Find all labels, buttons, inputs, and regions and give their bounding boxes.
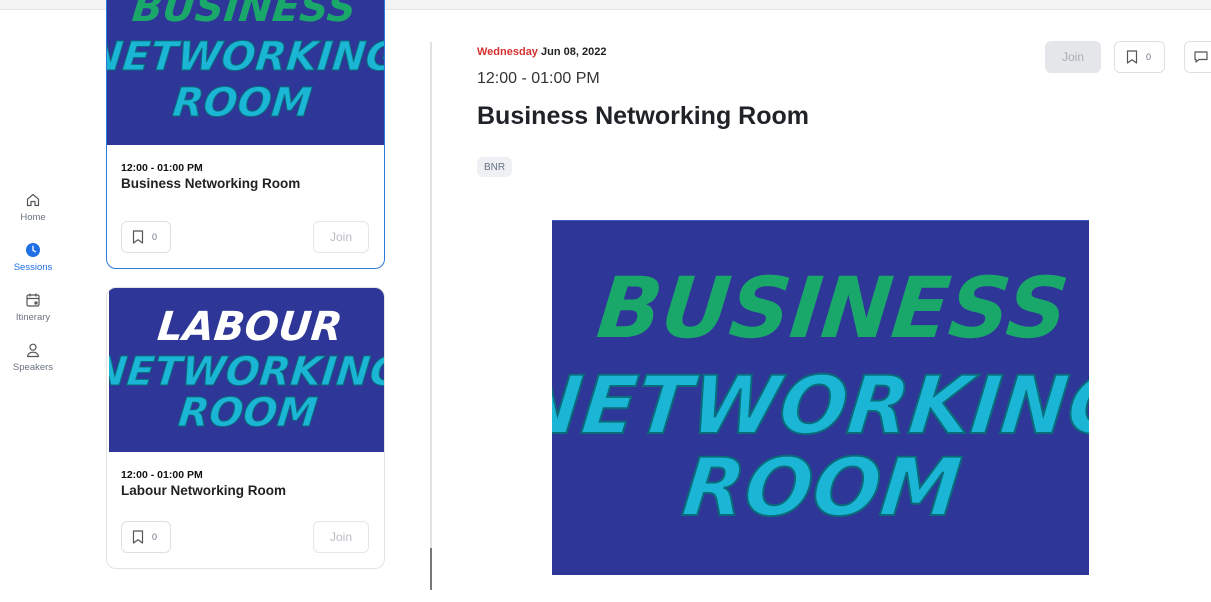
home-icon [23, 190, 43, 210]
session-hero-image: BUSINESS NETWORKING ROOM [552, 221, 1089, 575]
hero-text-line-3: ROOM [678, 441, 965, 534]
nav-label-home: Home [20, 212, 46, 223]
chat-button[interactable] [1184, 41, 1211, 73]
session-time-range: 12:00 - 01:00 PM [477, 70, 600, 87]
session-time: 12:00 - 01:00 PM [121, 162, 203, 174]
join-button[interactable]: Join [1045, 41, 1101, 73]
day-of-week: Wednesday [477, 46, 538, 58]
list-scrollbar-thumb[interactable] [430, 548, 432, 590]
join-button[interactable]: Join [313, 221, 369, 253]
bookmark-count: 0 [1146, 52, 1152, 62]
list-scroll-track[interactable] [430, 42, 432, 590]
image-text-line-3: ROOM [176, 390, 320, 436]
session-time: 12:00 - 01:00 PM [121, 469, 203, 481]
bookmark-button[interactable]: 0 [1114, 41, 1165, 73]
nav-label-sessions: Sessions [13, 262, 53, 273]
nav-item-sessions[interactable]: Sessions [0, 236, 66, 286]
session-image: BUSINESS NETWORKING ROOM [107, 0, 384, 145]
session-title: Labour Networking Room [121, 483, 286, 498]
page-title: Business Networking Room [477, 102, 809, 130]
bookmark-icon [132, 230, 144, 244]
session-tag: BNR [477, 157, 513, 177]
image-text-line-3: ROOM [170, 80, 314, 126]
image-text-line-1: LABOUR [155, 304, 344, 350]
side-nav: Home Sessions Itinerary Speakers [0, 186, 66, 386]
session-list: BUSINESS NETWORKING ROOM 12:00 - 01:00 P… [106, 0, 386, 602]
user-icon [23, 340, 43, 360]
image-text-line-2: NETWORKING [107, 34, 384, 80]
bookmark-button[interactable]: 0 [121, 521, 171, 553]
session-title: Business Networking Room [121, 176, 301, 191]
nav-label-itinerary: Itinerary [15, 312, 51, 323]
session-image: LABOUR NETWORKING ROOM [109, 288, 385, 452]
bookmark-icon [1126, 50, 1138, 64]
nav-item-speakers[interactable]: Speakers [0, 336, 66, 386]
bookmark-count: 0 [152, 532, 158, 542]
date-value: Jun 08, 2022 [541, 46, 607, 58]
nav-label-speakers: Speakers [12, 362, 54, 373]
join-button[interactable]: Join [313, 521, 369, 553]
hero-text-line-2: NETWORKING [552, 359, 1089, 452]
clock-icon [23, 240, 43, 260]
bookmark-icon [132, 530, 144, 544]
image-text-line-1: BUSINESS [130, 0, 358, 31]
session-date: Wednesday Jun 08, 2022 [477, 46, 606, 58]
image-text-line-2: NETWORKING [109, 349, 385, 395]
chat-icon [1194, 51, 1208, 63]
nav-item-home[interactable]: Home [0, 186, 66, 236]
hero-text-line-1: BUSINESS [593, 259, 1073, 357]
bookmark-button[interactable]: 0 [121, 221, 171, 253]
session-card[interactable]: BUSINESS NETWORKING ROOM 12:00 - 01:00 P… [106, 0, 385, 269]
calendar-icon [23, 290, 43, 310]
session-card[interactable]: LABOUR NETWORKING ROOM 12:00 - 01:00 PM … [106, 287, 385, 569]
nav-item-itinerary[interactable]: Itinerary [0, 286, 66, 336]
bookmark-count: 0 [152, 232, 158, 242]
